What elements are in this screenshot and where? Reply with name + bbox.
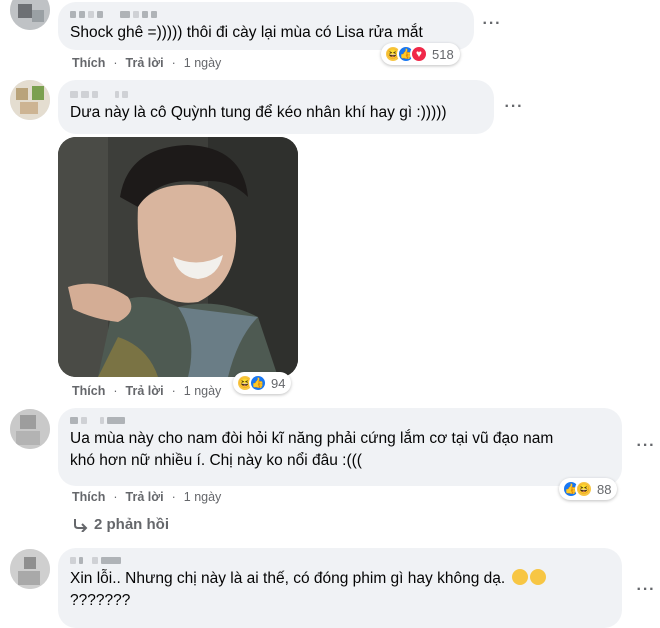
comment-text-line-2: ??????? [70, 592, 131, 609]
reaction-summary[interactable]: 😆 👍 ♥ 518 [381, 43, 460, 65]
comment-bubble: Dưa này là cô Quỳnh tung để kéo nhân khí… [58, 80, 494, 134]
reaction-count: 518 [432, 46, 454, 62]
more-options-button[interactable]: ··· [632, 436, 660, 456]
avatar[interactable] [10, 80, 50, 120]
reply-link[interactable]: Trả lời [126, 56, 164, 70]
comment-actions: Thích · Trả lời · 1 ngày [72, 490, 222, 504]
like-link[interactable]: Thích [72, 490, 105, 504]
haha-reaction-icon: 😆 [575, 480, 593, 498]
comment-timestamp[interactable]: 1 ngày [184, 384, 222, 398]
commenter-name[interactable] [70, 88, 482, 100]
sweat-emoji-icon [529, 569, 546, 585]
reply-link[interactable]: Trả lời [126, 490, 164, 504]
sweat-emoji-icon [511, 569, 528, 585]
reaction-count: 88 [597, 481, 612, 497]
more-horizontal-icon: ··· [482, 15, 502, 32]
like-reaction-icon: 👍 [249, 374, 267, 392]
more-horizontal-icon: ··· [636, 437, 656, 454]
comment-photo[interactable] [58, 137, 298, 377]
like-link[interactable]: Thích [72, 56, 105, 70]
replies-count-label: 2 phản hồi [94, 516, 169, 533]
like-link[interactable]: Thích [72, 384, 105, 398]
comment-actions: Thích · Trả lời · 1 ngày [72, 384, 222, 398]
reaction-summary[interactable]: 👍 😆 88 [559, 478, 618, 500]
photo-image [58, 137, 298, 377]
more-horizontal-icon: ··· [504, 98, 524, 115]
comment-bubble: Xin lỗi.. Nhưng chị này là ai thế, có đó… [58, 548, 622, 628]
comment-text: Shock ghê =))))) thôi đi cày lại mùa có … [70, 24, 423, 41]
reaction-count: 94 [271, 375, 286, 391]
avatar[interactable] [10, 549, 50, 589]
reaction-summary[interactable]: 😆 👍 94 [233, 372, 292, 394]
avatar[interactable] [10, 0, 50, 30]
commenter-name[interactable] [70, 554, 610, 566]
comment-timestamp[interactable]: 1 ngày [184, 56, 222, 70]
commenter-name[interactable] [70, 8, 462, 20]
comment-actions: Thích · Trả lời · 1 ngày [72, 56, 222, 70]
comment-timestamp[interactable]: 1 ngày [184, 490, 222, 504]
comment-text: Dưa này là cô Quỳnh tung để kéo nhân khí… [70, 104, 447, 121]
comment-bubble: Ua mùa này cho nam đòi hỏi kĩ năng phải … [58, 408, 622, 486]
comment-text: Ua mùa này cho nam đòi hỏi kĩ năng phải … [70, 430, 554, 469]
love-reaction-icon: ♥ [410, 45, 428, 63]
view-replies-button[interactable]: 2 phản hồi [72, 516, 169, 533]
avatar[interactable] [10, 409, 50, 449]
more-options-button[interactable]: ··· [632, 580, 660, 600]
comment-text: Xin lỗi.. Nhưng chị này là ai thế, có đó… [70, 568, 610, 590]
reply-arrow-icon [74, 518, 88, 532]
commenter-name[interactable] [70, 414, 610, 426]
more-options-button[interactable]: ··· [500, 97, 528, 117]
reply-link[interactable]: Trả lời [126, 384, 164, 398]
more-horizontal-icon: ··· [636, 581, 656, 598]
more-options-button[interactable]: ··· [478, 14, 506, 34]
